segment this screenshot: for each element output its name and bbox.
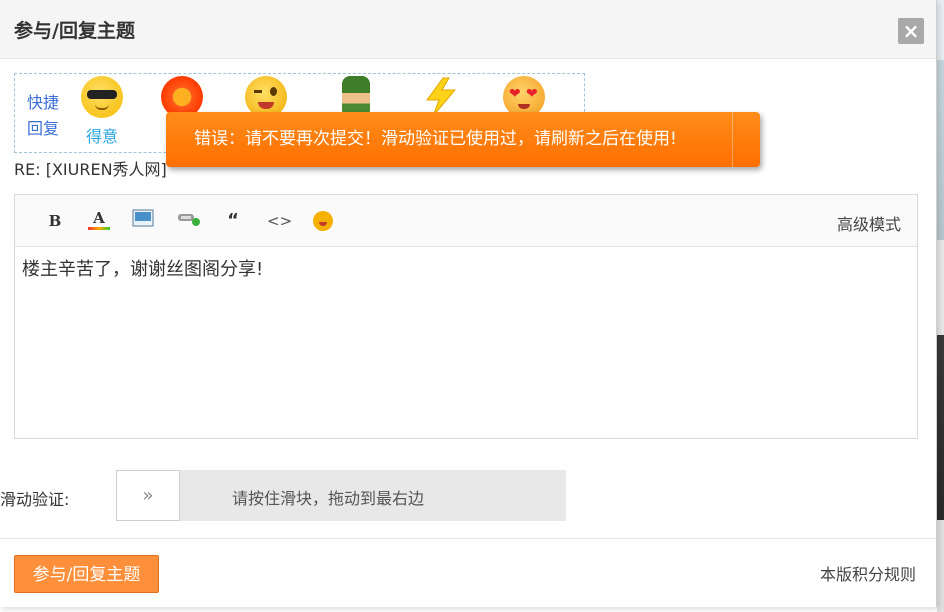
link-button[interactable] bbox=[177, 209, 201, 233]
toast-divider bbox=[732, 112, 733, 167]
background-page-strip bbox=[937, 0, 944, 612]
close-button[interactable]: × bbox=[898, 18, 924, 44]
editor-textarea[interactable]: 楼主辛苦了，谢谢丝图阁分享! bbox=[22, 255, 263, 281]
error-message: 错误：请不要再次提交！滑动验证已使用过，请刷新之后在使用! bbox=[194, 129, 677, 149]
emoji-button[interactable] bbox=[311, 209, 335, 233]
dialog-footer: 参与/回复主题 本版积分规则 bbox=[0, 538, 936, 607]
link-icon bbox=[178, 214, 200, 226]
slider-track: » 请按住滑块，拖动到最右边 bbox=[116, 470, 566, 521]
slider-handle[interactable]: » bbox=[116, 470, 180, 521]
font-color-button[interactable]: A bbox=[87, 209, 111, 233]
slider-hint: 请按住滑块，拖动到最右边 bbox=[232, 489, 425, 508]
dialog-title: 参与/回复主题 bbox=[14, 20, 135, 42]
image-button[interactable] bbox=[131, 209, 155, 233]
color-bar bbox=[88, 227, 110, 230]
quick-reply-label[interactable]: 快捷回复 bbox=[27, 90, 67, 142]
reply-editor: B A “ <> 高级模式 楼主辛苦了，谢谢丝图阁分享! bbox=[14, 194, 918, 439]
quote-button[interactable]: “ bbox=[221, 209, 245, 233]
editor-toolbar: B A “ <> 高级模式 bbox=[15, 195, 917, 247]
code-button[interactable]: <> bbox=[267, 209, 292, 233]
bold-button[interactable]: B bbox=[43, 209, 67, 233]
reply-subject-line: RE: [XIUREN秀人网] bbox=[14, 160, 167, 179]
sunglasses-smiley-icon bbox=[81, 76, 123, 118]
submit-reply-button[interactable]: 参与/回复主题 bbox=[14, 555, 159, 593]
image-icon bbox=[132, 209, 154, 227]
smiley-item[interactable]: 得意 bbox=[77, 76, 127, 147]
advanced-mode-link[interactable]: 高级模式 bbox=[837, 211, 901, 235]
smiley-icon bbox=[313, 211, 333, 231]
forum-rules-link[interactable]: 本版积分规则 bbox=[820, 561, 916, 585]
smiley-caption: 得意 bbox=[85, 127, 118, 146]
dialog-titlebar: 参与/回复主题 × bbox=[0, 0, 936, 59]
reply-dialog: 参与/回复主题 × 快捷回复 得意 愿 bbox=[0, 0, 937, 607]
error-toast: 错误：请不要再次提交！滑动验证已使用过，请刷新之后在使用! bbox=[166, 112, 760, 167]
slider-verify-label: 滑动验证: bbox=[0, 490, 70, 509]
font-color-icon: A bbox=[93, 209, 105, 227]
